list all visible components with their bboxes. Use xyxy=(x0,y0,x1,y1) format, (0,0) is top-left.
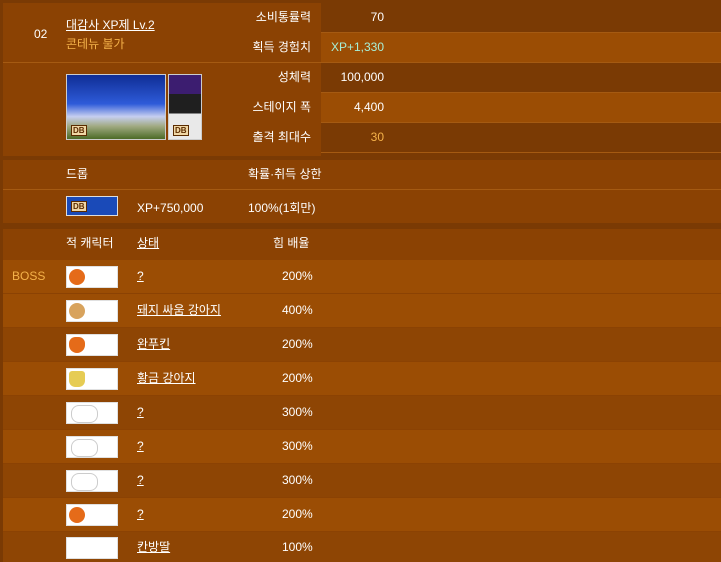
drop-header: 드롭 확률·취득 상한 xyxy=(3,160,721,189)
enemy-ratio: 300% xyxy=(282,405,313,419)
db-badge: DB xyxy=(71,125,87,136)
stat-label: 성체력 xyxy=(277,70,311,84)
enemy-ratio: 200% xyxy=(282,371,313,385)
enemy-ratio: 300% xyxy=(282,473,313,487)
stat-label: 획득 경험치 xyxy=(252,40,311,54)
stat-label: 소비통률력 xyxy=(255,10,311,24)
enemy-row: 완푸킨 200% xyxy=(3,328,721,361)
enemy-sprite-icon xyxy=(66,334,118,356)
enemy-name-link[interactable]: ? xyxy=(137,464,144,497)
enemy-row: BOSS ? 200% xyxy=(3,260,721,293)
enemy-ratio: 400% xyxy=(282,303,313,317)
stat-value: XP+1,330 xyxy=(330,40,384,54)
enemy-name-link[interactable]: ? xyxy=(137,260,144,293)
enemy-name-link[interactable]: ? xyxy=(137,498,144,531)
drop-title: 드롭 xyxy=(66,167,89,181)
enemy-row: ? 300% xyxy=(3,430,721,463)
enemy-sprite-icon xyxy=(66,504,118,526)
enemy-name-link[interactable]: 돼지 싸움 강아지 xyxy=(137,294,221,327)
enemy-status-sort-link[interactable]: 상태 xyxy=(137,229,159,258)
stat-value: 70 xyxy=(370,10,384,24)
stat-row-hp: 성체력 100,000 xyxy=(278,63,721,93)
stage-name-link[interactable]: 대감사 XP제 Lv.2 xyxy=(66,16,155,33)
stage-info-panel: 02 대감사 XP제 Lv.2 콘테뉴 불가 DB DB 소비통률력 70 획득… xyxy=(0,0,721,562)
divider xyxy=(3,189,721,190)
enemy-name-link[interactable]: 칸방딸 xyxy=(137,532,170,562)
stat-value: 30 xyxy=(370,130,384,144)
enemy-sprite-icon xyxy=(66,368,118,390)
db-badge: DB xyxy=(71,201,87,212)
enemy-row: 황금 강아지 200% xyxy=(3,362,721,395)
enemy-ratio: 200% xyxy=(282,337,313,351)
stage-number: 02 xyxy=(34,27,48,41)
enemy-ratio: 100% xyxy=(282,540,313,554)
drop-item-icon: DB xyxy=(66,196,118,216)
enemy-row: 칸방딸 100% xyxy=(3,532,721,562)
enemy-sprite-icon xyxy=(66,402,118,424)
enemy-sprite-icon xyxy=(66,537,118,559)
stat-row-width: 스테이지 폭 4,400 xyxy=(252,93,721,123)
enemy-header: 적 캐릭터 상태 힘 배율 xyxy=(3,229,721,258)
enemy-ratio: 200% xyxy=(282,269,313,283)
enemy-row: 돼지 싸움 강아지 400% xyxy=(3,294,721,327)
enemy-castle-thumbnail: DB xyxy=(168,74,202,140)
enemy-sprite-icon xyxy=(66,300,118,322)
enemy-row: ? 300% xyxy=(3,396,721,429)
enemy-name-link[interactable]: 완푸킨 xyxy=(137,328,170,361)
enemy-ratio: 300% xyxy=(282,439,313,453)
enemy-row: ? 300% xyxy=(3,464,721,497)
stat-value: 4,400 xyxy=(353,100,384,114)
drop-rate: 100%(1회만) xyxy=(248,201,316,215)
drop-section: 드롭 확률·취득 상한 DB XP+750,000 100%(1회만) xyxy=(3,160,721,223)
stat-row-xp: 획득 경험치 XP+1,330 xyxy=(252,33,721,63)
enemy-sprite-icon xyxy=(66,266,118,288)
enemy-name-link[interactable]: ? xyxy=(137,430,144,463)
enemy-ratio: 200% xyxy=(282,507,313,521)
stat-label: 출격 최대수 xyxy=(252,130,311,144)
enemy-row: ? 200% xyxy=(3,498,721,531)
boss-tag: BOSS xyxy=(12,269,46,283)
drop-rate-title: 확률·취득 상한 xyxy=(248,167,322,181)
enemy-section: 적 캐릭터 상태 힘 배율 BOSS ? 200% 돼지 싸움 강아지 400%… xyxy=(3,229,721,562)
enemy-ratio-title: 힘 배율 xyxy=(273,236,310,250)
enemy-col-title: 적 캐릭터 xyxy=(66,236,114,250)
stat-value: 100,000 xyxy=(340,70,384,84)
stage-note: 콘테뉴 불가 xyxy=(66,37,125,51)
drop-reward: XP+750,000 xyxy=(137,201,204,215)
enemy-name-link[interactable]: 황금 강아지 xyxy=(137,362,196,395)
stat-label: 스테이지 폭 xyxy=(252,100,311,114)
stage-background-thumbnail: DB xyxy=(66,74,166,140)
stat-row-max: 출격 최대수 30 xyxy=(252,123,721,153)
enemy-sprite-icon xyxy=(66,436,118,458)
stat-row-cost: 소비통률력 70 xyxy=(256,3,721,33)
enemy-sprite-icon xyxy=(66,470,118,492)
db-badge: DB xyxy=(173,125,189,136)
enemy-name-link[interactable]: ? xyxy=(137,396,144,429)
